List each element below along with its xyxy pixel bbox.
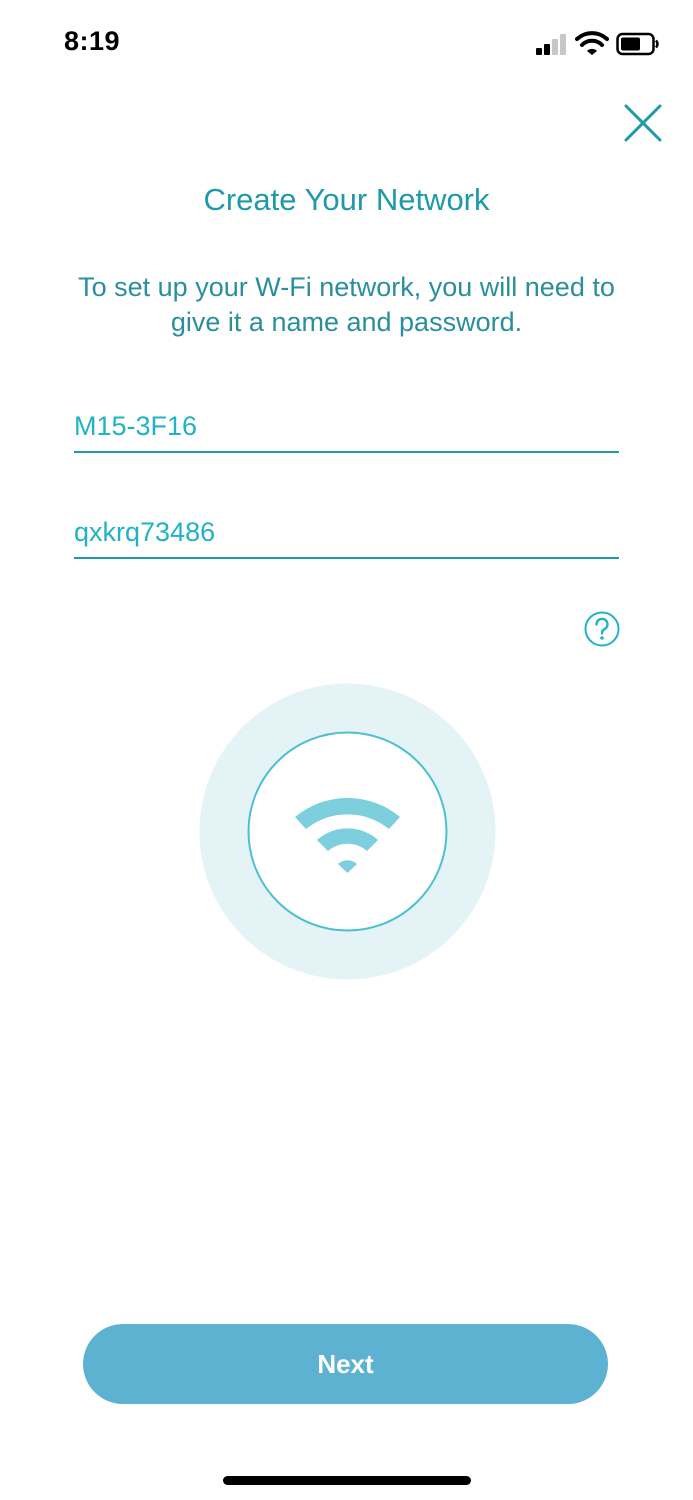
create-network-screen: 8:19 Create Your Network To set up your … bbox=[0, 0, 693, 1500]
page-title: Create Your Network bbox=[203, 182, 490, 217]
question-mark-icon[interactable] bbox=[584, 611, 620, 647]
home-indicator[interactable] bbox=[223, 1476, 471, 1485]
wifi-illustration bbox=[199, 683, 496, 980]
next-button[interactable]: Next bbox=[83, 1324, 608, 1404]
status-time: 8:19 bbox=[64, 26, 121, 56]
cellular-signal-icon bbox=[536, 34, 566, 55]
network-name-input[interactable] bbox=[74, 405, 619, 453]
password-input[interactable] bbox=[74, 511, 619, 559]
close-icon[interactable] bbox=[620, 100, 666, 146]
battery-icon bbox=[616, 32, 659, 56]
wifi-icon bbox=[575, 31, 609, 55]
setup-description: To set up your W-Fi network, you will ne… bbox=[78, 272, 615, 337]
